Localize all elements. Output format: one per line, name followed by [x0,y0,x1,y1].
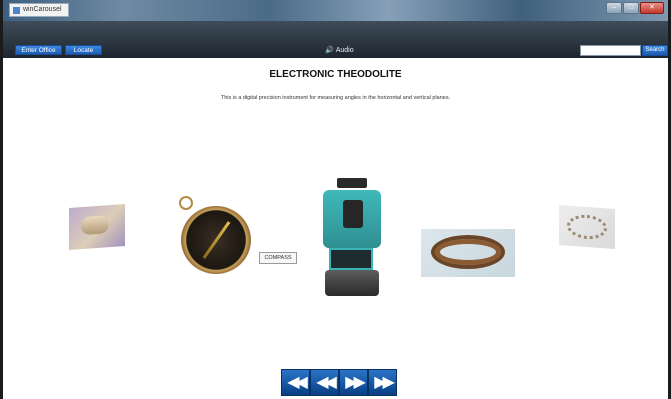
app-icon [13,6,20,14]
theodolite-display [329,248,373,270]
first-icon: ◀◀ [287,374,308,391]
carousel-item-chain[interactable] [421,229,515,277]
carousel-item-compass[interactable] [175,196,255,276]
next-icon: ▶▶ [345,374,366,391]
carousel-item-theodolite[interactable] [317,178,385,300]
audio-toggle[interactable]: 🔊 Audio [325,46,354,55]
theodolite-base [325,270,379,296]
enter-office-button[interactable]: Enter Office [15,45,62,55]
app-window: winCarousel – □ ✕ Enter Office Locate 🔊 … [0,0,671,399]
page-title: ELECTRONIC THEODOLITE [269,69,402,80]
window-title-tab: winCarousel [9,3,69,17]
window-controls: – □ ✕ [606,2,664,14]
theodolite-handle [337,178,367,188]
chain-image [431,235,505,269]
previous-button[interactable]: ◀◀ [310,369,339,396]
compass-loop-icon [179,196,193,210]
prev-icon: ◀◀ [316,374,337,391]
maximize-button[interactable]: □ [623,2,639,14]
minimize-button[interactable]: – [606,2,622,14]
speaker-icon: 🔊 [325,47,334,54]
compass-label[interactable]: COMPASS [259,252,297,264]
last-icon: ▶▶ [374,374,395,391]
carousel-item-wire[interactable] [559,205,615,249]
search-button[interactable]: Search [642,45,668,56]
search-input[interactable] [580,45,641,56]
window-title: winCarousel [23,6,62,13]
wire-image [567,213,607,241]
next-button[interactable]: ▶▶ [339,369,368,396]
first-button[interactable]: ◀◀ [281,369,310,396]
title-bar: winCarousel – □ ✕ [3,0,668,21]
toolbar: Enter Office Locate 🔊 Audio Search [3,21,668,58]
carousel-item-scroll[interactable] [69,204,125,250]
audio-label: Audio [335,46,354,54]
locate-button[interactable]: Locate [65,45,102,55]
page-description: This is a digital precision instrument f… [220,95,451,101]
theodolite-lens [343,200,363,228]
close-button[interactable]: ✕ [640,2,664,14]
last-button[interactable]: ▶▶ [368,369,397,396]
